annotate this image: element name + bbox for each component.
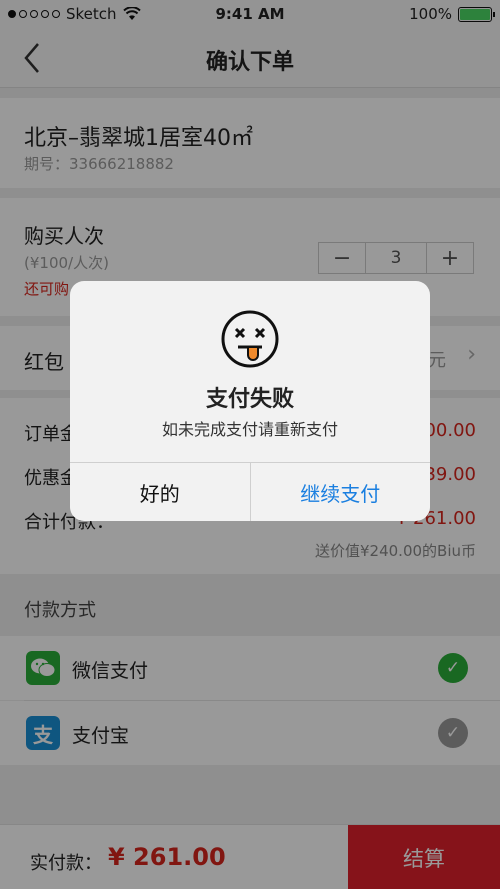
- continue-payment-button[interactable]: 继续支付: [251, 463, 431, 521]
- dialog-title: 支付失败: [205, 387, 294, 412]
- dizzy-face-icon: [221, 310, 279, 368]
- dialog-buttons: 好的 继续支付: [70, 462, 430, 521]
- ok-button[interactable]: 好的: [70, 463, 251, 521]
- payment-failed-dialog: 支付失败 如未完成支付请重新支付 好的 继续支付: [70, 281, 430, 521]
- dialog-message: 如未完成支付请重新支付: [161, 420, 338, 439]
